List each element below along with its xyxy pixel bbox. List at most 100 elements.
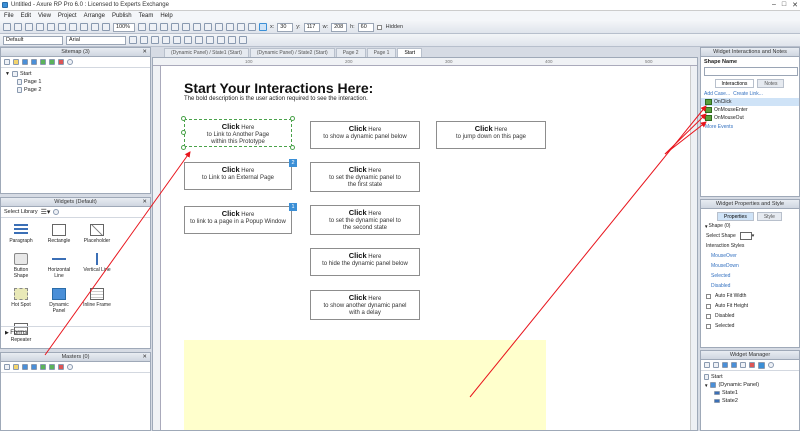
manager-item-dynamic-panel[interactable]: ▼ (Dynamic Panel) — [704, 381, 796, 389]
tab-state1[interactable]: (Dynamic Panel) / State1 (Start) — [164, 48, 249, 57]
menu-edit[interactable]: Edit — [21, 13, 31, 19]
h-field[interactable]: 60 — [357, 22, 374, 32]
sitemap-item-page2[interactable]: Page 2 — [5, 86, 146, 94]
shape-name-input[interactable] — [704, 67, 798, 76]
add-page-icon[interactable] — [4, 59, 10, 65]
widget-dynamic-panel[interactable]: Dynamic Panel — [45, 288, 73, 314]
align-right-icon[interactable] — [206, 36, 214, 44]
tab-properties[interactable]: Properties — [717, 212, 754, 221]
move-up-icon[interactable] — [22, 59, 28, 65]
sitemap-item-start[interactable]: ▼ Start — [5, 70, 146, 78]
tab-interactions[interactable]: Interactions — [714, 79, 755, 88]
underline-icon[interactable] — [151, 36, 159, 44]
align-left-icon[interactable] — [184, 36, 192, 44]
selection-handle[interactable] — [290, 145, 295, 150]
font-color-icon[interactable] — [162, 36, 170, 44]
menu-arrange[interactable]: Arrange — [84, 13, 105, 19]
dynamic-panel-area[interactable] — [184, 340, 546, 430]
shadow-icon[interactable] — [259, 23, 267, 31]
move-down-icon[interactable] — [31, 364, 37, 370]
valign-top-icon[interactable] — [217, 36, 225, 44]
selection-handle[interactable] — [181, 145, 186, 150]
send-back-icon[interactable] — [149, 23, 157, 31]
add-state-icon[interactable] — [704, 362, 710, 368]
duplicate-icon[interactable] — [713, 362, 719, 368]
selection-handle[interactable] — [181, 116, 186, 121]
forms-section[interactable]: ▶ Forms — [1, 326, 150, 339]
disabled-link[interactable]: Disabled — [701, 281, 799, 291]
search-icon[interactable] — [53, 209, 60, 215]
add-master-icon[interactable] — [4, 364, 10, 370]
arrow-style-icon[interactable] — [248, 23, 256, 31]
close-icon[interactable]: ✕ — [142, 48, 147, 56]
jump-down-button[interactable]: Click Here to jump down on this page — [436, 121, 546, 149]
close-icon[interactable]: ✕ — [142, 353, 147, 361]
line-style-icon[interactable] — [237, 23, 245, 31]
tab-page1[interactable]: Page 1 — [366, 48, 397, 57]
selected-link[interactable]: Selected — [701, 271, 799, 281]
paste-icon[interactable] — [58, 23, 66, 31]
create-link-link[interactable]: Create Link... — [733, 91, 763, 97]
selection-handle[interactable] — [290, 116, 295, 121]
x-field[interactable]: 30 — [277, 22, 294, 32]
selection-handle[interactable] — [181, 130, 186, 135]
search-icon[interactable] — [67, 59, 73, 65]
tab-start[interactable]: Start — [397, 48, 422, 57]
distribute-icon[interactable] — [193, 23, 201, 31]
valign-middle-icon[interactable] — [228, 36, 236, 44]
italic-icon[interactable] — [140, 36, 148, 44]
widget-inline-frame[interactable]: Inline Frame — [83, 288, 111, 314]
cut-icon[interactable] — [36, 23, 44, 31]
undo-icon[interactable] — [69, 23, 77, 31]
shape-picker[interactable] — [739, 232, 752, 240]
search-icon[interactable] — [768, 362, 774, 368]
widget-horizontal-line[interactable]: Horizontal Line — [45, 253, 73, 279]
copy-icon[interactable] — [47, 23, 55, 31]
align-icon[interactable] — [182, 23, 190, 31]
select-icon[interactable] — [91, 23, 99, 31]
select-library-label[interactable]: Select Library — [4, 209, 38, 215]
move-down-icon[interactable] — [731, 362, 737, 368]
outdent-icon[interactable] — [49, 364, 55, 370]
minimize-icon[interactable]: – — [772, 1, 776, 9]
manager-item-state2[interactable]: State2 — [704, 397, 796, 405]
style-select[interactable]: Default — [3, 35, 63, 45]
filter-icon[interactable] — [758, 361, 765, 369]
search-icon[interactable] — [67, 364, 73, 370]
w-field[interactable]: 208 — [331, 22, 348, 32]
disabled-check[interactable]: Disabled — [701, 311, 799, 321]
move-up-icon[interactable] — [22, 364, 28, 370]
bring-front-icon[interactable] — [138, 23, 146, 31]
ungroup-icon[interactable] — [171, 23, 179, 31]
open-icon[interactable] — [14, 23, 22, 31]
menu-view[interactable]: View — [38, 13, 51, 19]
selected-check[interactable]: Selected — [701, 321, 799, 331]
show-panel-button[interactable]: Click Here to show a dynamic panel below — [310, 121, 420, 149]
delete-icon[interactable] — [58, 364, 64, 370]
tab-style[interactable]: Style — [756, 212, 782, 221]
mouseover-link[interactable]: MouseOver — [701, 251, 799, 261]
indent-icon[interactable] — [40, 364, 46, 370]
delete-icon[interactable] — [749, 362, 755, 368]
widget-hot-spot[interactable]: Hot Spot — [7, 288, 35, 314]
line-width-icon[interactable] — [226, 23, 234, 31]
maximize-icon[interactable]: □ — [782, 1, 786, 9]
close-icon[interactable]: ✕ — [792, 1, 798, 9]
move-down-icon[interactable] — [31, 59, 37, 65]
link-page-button[interactable]: Click Here to Link to Another Page withi… — [184, 119, 292, 147]
add-folder-icon[interactable] — [13, 59, 19, 65]
line-color-icon[interactable] — [215, 23, 223, 31]
hidden-checkbox[interactable] — [376, 24, 382, 30]
show-delay-button[interactable]: Click Here to show another dynamic panel… — [310, 290, 420, 320]
connector-icon[interactable] — [102, 23, 110, 31]
outdent-icon[interactable] — [49, 59, 55, 65]
shape-section[interactable]: ▼ Shape (0) — [701, 221, 799, 231]
new-icon[interactable] — [3, 23, 11, 31]
design-canvas[interactable]: 100 200 300 400 500 Start Your Interacti… — [152, 57, 698, 431]
set-state1-button[interactable]: Click Here to set the dynamic panel to t… — [310, 162, 420, 192]
widget-paragraph[interactable]: Paragraph — [7, 224, 35, 244]
widget-placeholder[interactable]: Placeholder — [83, 224, 111, 244]
move-up-icon[interactable] — [722, 362, 728, 368]
more-events-link[interactable]: More Events — [701, 122, 799, 132]
mousedown-link[interactable]: MouseDown — [701, 261, 799, 271]
